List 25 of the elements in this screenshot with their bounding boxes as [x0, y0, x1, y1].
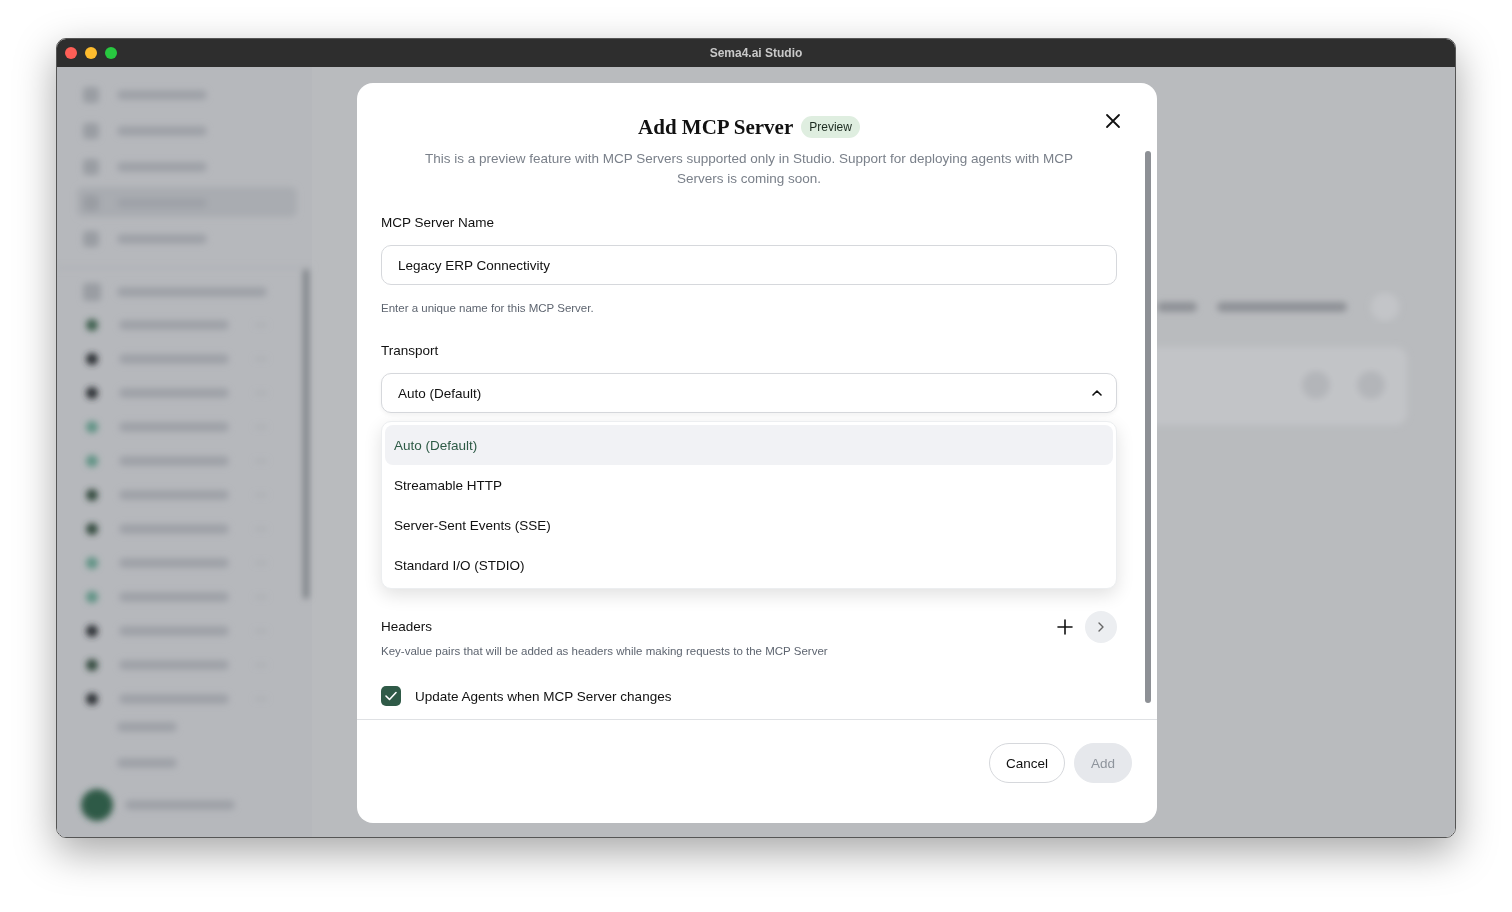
chevron-right-icon [1098, 622, 1104, 632]
dropdown-option[interactable]: Server-Sent Events (SSE) [385, 505, 1113, 545]
field-label: MCP Server Name [381, 214, 496, 232]
checkmark-icon [385, 691, 397, 701]
preview-badge: Preview [801, 116, 860, 138]
minimize-window-button[interactable] [85, 47, 97, 59]
field-hint: Key-value pairs that will be added as headers while making requests to the MCP Server [381, 644, 829, 659]
checkbox[interactable] [381, 686, 401, 706]
scrollbar[interactable] [1145, 151, 1151, 703]
field-label: Transport [381, 342, 440, 360]
zoom-window-button[interactable] [105, 47, 117, 59]
dropdown-option[interactable]: Auto (Default) [385, 425, 1113, 465]
checkbox-label: Update Agents when MCP Server changes [415, 688, 672, 704]
close-window-button[interactable] [65, 47, 77, 59]
dropdown-option[interactable]: Streamable HTTP [385, 465, 1113, 505]
field-hint: Enter a unique name for this MCP Server. [381, 301, 595, 316]
server-name-field[interactable]: Legacy ERP Connectivity [381, 245, 1117, 285]
transport-select[interactable]: Auto (Default) [381, 373, 1117, 413]
dropdown-option[interactable]: Standard I/O (STDIO) [385, 545, 1113, 585]
caret-icon [1092, 390, 1102, 396]
dialog-title: Add MCP Server [638, 114, 794, 140]
field-label: Headers [381, 618, 433, 636]
cancel-button[interactable]: Cancel [988, 743, 1065, 783]
dialog-description: This is a preview feature with MCP Servers supported only in Studio. Support for deploying agents with MCP Servers is coming soon. [423, 150, 1075, 188]
window-title: Sema4.ai Studio [709, 46, 803, 60]
